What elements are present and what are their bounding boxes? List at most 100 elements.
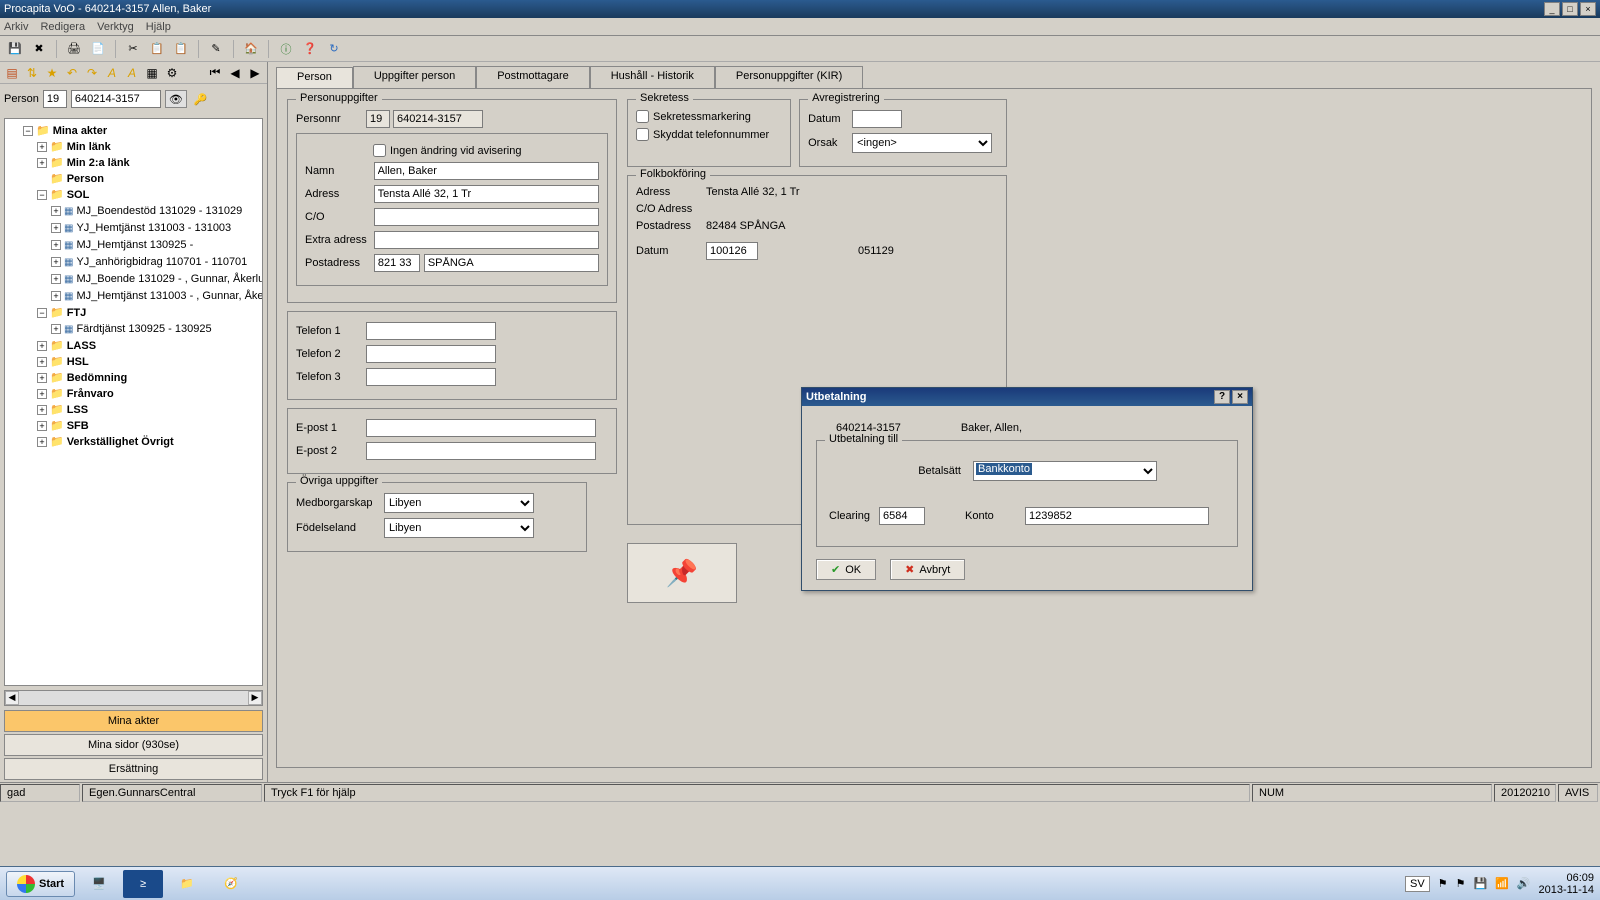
pin-button[interactable]: 📌 — [627, 543, 737, 603]
task-folder-icon[interactable]: 📁 — [167, 870, 207, 898]
tab-kir[interactable]: Personuppgifter (KIR) — [715, 66, 863, 88]
save-icon[interactable]: 💾 — [6, 40, 24, 58]
gear-icon[interactable]: ⚙ — [164, 65, 180, 81]
fld-namn[interactable] — [374, 162, 599, 180]
fld-clearing[interactable] — [879, 507, 925, 525]
preview-icon[interactable]: 📄 — [89, 40, 107, 58]
fld-tel2[interactable] — [366, 345, 496, 363]
start-button[interactable]: Start — [6, 871, 75, 897]
nav-tree[interactable]: −📁Mina akter +📁Min länk +📁Min 2:a länk 📁… — [4, 118, 263, 686]
tree-sfb[interactable]: SFB — [67, 420, 89, 432]
tree-icon[interactable]: ▤ — [4, 65, 20, 81]
sel-med[interactable]: Libyen — [384, 493, 534, 513]
tree-hsl[interactable]: HSL — [67, 356, 89, 368]
tree-person[interactable]: Person — [67, 173, 104, 185]
first-record-icon[interactable]: ⏮ — [207, 65, 223, 81]
sync-icon[interactable]: ⇅ — [24, 65, 40, 81]
dialog-close-button[interactable]: × — [1232, 390, 1248, 404]
restore-button[interactable]: □ — [1562, 2, 1578, 16]
tree-minlank[interactable]: Min länk — [67, 141, 111, 153]
tree-lss[interactable]: LSS — [67, 404, 88, 416]
home-icon[interactable]: 🏠 — [242, 40, 260, 58]
wand-icon[interactable]: ✎ — [207, 40, 225, 58]
print-icon[interactable]: 🖨 — [65, 40, 83, 58]
tree-sol1[interactable]: MJ_Boendestöd 131029 - 131029 — [76, 205, 242, 217]
menu-hjalp[interactable]: Hjälp — [146, 21, 171, 33]
tray-network-icon[interactable]: 📶 — [1495, 877, 1509, 890]
next-record-icon[interactable]: ▶ — [247, 65, 263, 81]
tree-lass[interactable]: LASS — [67, 340, 96, 352]
redo-icon[interactable]: ↷ — [84, 65, 100, 81]
tree-sol5[interactable]: MJ_Boende 131029 - , Gunnar, Åkerlund (2… — [76, 273, 263, 285]
tree-sol4[interactable]: YJ_anhörigbidrag 110701 - 110701 — [76, 256, 247, 268]
tree-verk[interactable]: Verkställighet Övrigt — [67, 436, 174, 448]
avbryt-button[interactable]: ✖Avbryt — [890, 559, 965, 580]
fld-avreg-datum[interactable] — [852, 110, 902, 128]
tree-ftj1[interactable]: Färdtjänst 130925 - 130925 — [76, 323, 211, 335]
tab-postmottagare[interactable]: Postmottagare — [476, 66, 590, 88]
lang-indicator[interactable]: SV — [1405, 876, 1430, 892]
delete-icon[interactable]: ✖ — [30, 40, 48, 58]
fld-adress[interactable] — [374, 185, 599, 203]
tree-root[interactable]: Mina akter — [53, 125, 107, 137]
fld-ep2[interactable] — [366, 442, 596, 460]
undo-icon[interactable]: ↶ — [64, 65, 80, 81]
tab-hushall[interactable]: Hushåll - Historik — [590, 66, 715, 88]
calendar-icon[interactable]: ▦ — [144, 65, 160, 81]
help-icon[interactable]: ❓ — [301, 40, 319, 58]
fld-postort[interactable] — [424, 254, 599, 272]
fld-ep1[interactable] — [366, 419, 596, 437]
lefttab-minasidor[interactable]: Mina sidor (930se) — [4, 734, 263, 756]
task-powershell-icon[interactable]: ≥ — [123, 870, 163, 898]
fld-konto[interactable] — [1025, 507, 1209, 525]
task-app-icon[interactable]: 🧭 — [211, 870, 251, 898]
lefttab-minaakter[interactable]: Mina akter — [4, 710, 263, 732]
clock[interactable]: 06:09 2013-11-14 — [1539, 872, 1594, 896]
chk-skyddat[interactable] — [636, 128, 649, 141]
tab-person[interactable]: Person — [276, 67, 353, 89]
fld-folk-datum[interactable] — [706, 242, 758, 260]
star-icon[interactable]: ★ — [44, 65, 60, 81]
tray-flag2-icon[interactable]: ⚑ — [1456, 877, 1466, 890]
copy-icon[interactable]: 📋 — [148, 40, 166, 58]
fld-extra[interactable] — [374, 231, 599, 249]
menu-redigera[interactable]: Redigera — [40, 21, 85, 33]
menu-verktyg[interactable]: Verktyg — [97, 21, 134, 33]
tree-bed[interactable]: Bedömning — [67, 372, 128, 384]
ok-button[interactable]: ✔OK — [816, 559, 876, 580]
tray-device-icon[interactable]: 💾 — [1473, 877, 1487, 890]
tray-volume-icon[interactable]: 🔊 — [1517, 877, 1531, 890]
tree-sol3[interactable]: MJ_Hemtjänst 130925 - — [76, 239, 193, 251]
menu-arkiv[interactable]: Arkiv — [4, 21, 28, 33]
tree-sol6[interactable]: MJ_Hemtjänst 131003 - , Gunnar, Åkerlund… — [76, 290, 263, 302]
person-prefix-input[interactable] — [43, 90, 67, 108]
cut-icon[interactable]: ✂ — [124, 40, 142, 58]
tree-ftj[interactable]: FTJ — [67, 307, 87, 319]
minimize-button[interactable]: _ — [1544, 2, 1560, 16]
close-button[interactable]: × — [1580, 2, 1596, 16]
font-a2-icon[interactable]: A — [124, 65, 140, 81]
tree-min2alank[interactable]: Min 2:a länk — [67, 157, 130, 169]
sel-fod[interactable]: Libyen — [384, 518, 534, 538]
task-explorer-icon[interactable]: 🖥️ — [79, 870, 119, 898]
info-icon[interactable]: ⓘ — [277, 40, 295, 58]
scroll-left-icon[interactable]: ◀ — [5, 691, 19, 705]
prev-record-icon[interactable]: ◀ — [227, 65, 243, 81]
fld-tel1[interactable] — [366, 322, 496, 340]
chk-sekretess[interactable] — [636, 110, 649, 123]
chk-ingen-andring[interactable] — [373, 144, 386, 157]
tree-sol[interactable]: SOL — [67, 189, 90, 201]
tray-flag-icon[interactable]: ⚑ — [1438, 877, 1448, 890]
sel-avreg-orsak[interactable]: <ingen> — [852, 133, 992, 153]
tab-uppgifter[interactable]: Uppgifter person — [353, 66, 476, 88]
paste-icon[interactable]: 📋 — [172, 40, 190, 58]
lefttab-ersattning[interactable]: Ersättning — [4, 758, 263, 780]
tree-fran[interactable]: Frånvaro — [67, 388, 114, 400]
dialog-help-button[interactable]: ? — [1214, 390, 1230, 404]
refresh-icon[interactable]: ↻ — [325, 40, 343, 58]
fld-postnr[interactable] — [374, 254, 420, 272]
tree-sol2[interactable]: YJ_Hemtjänst 131003 - 131003 — [76, 222, 231, 234]
fld-co[interactable] — [374, 208, 599, 226]
fld-tel3[interactable] — [366, 368, 496, 386]
scroll-right-icon[interactable]: ▶ — [248, 691, 262, 705]
